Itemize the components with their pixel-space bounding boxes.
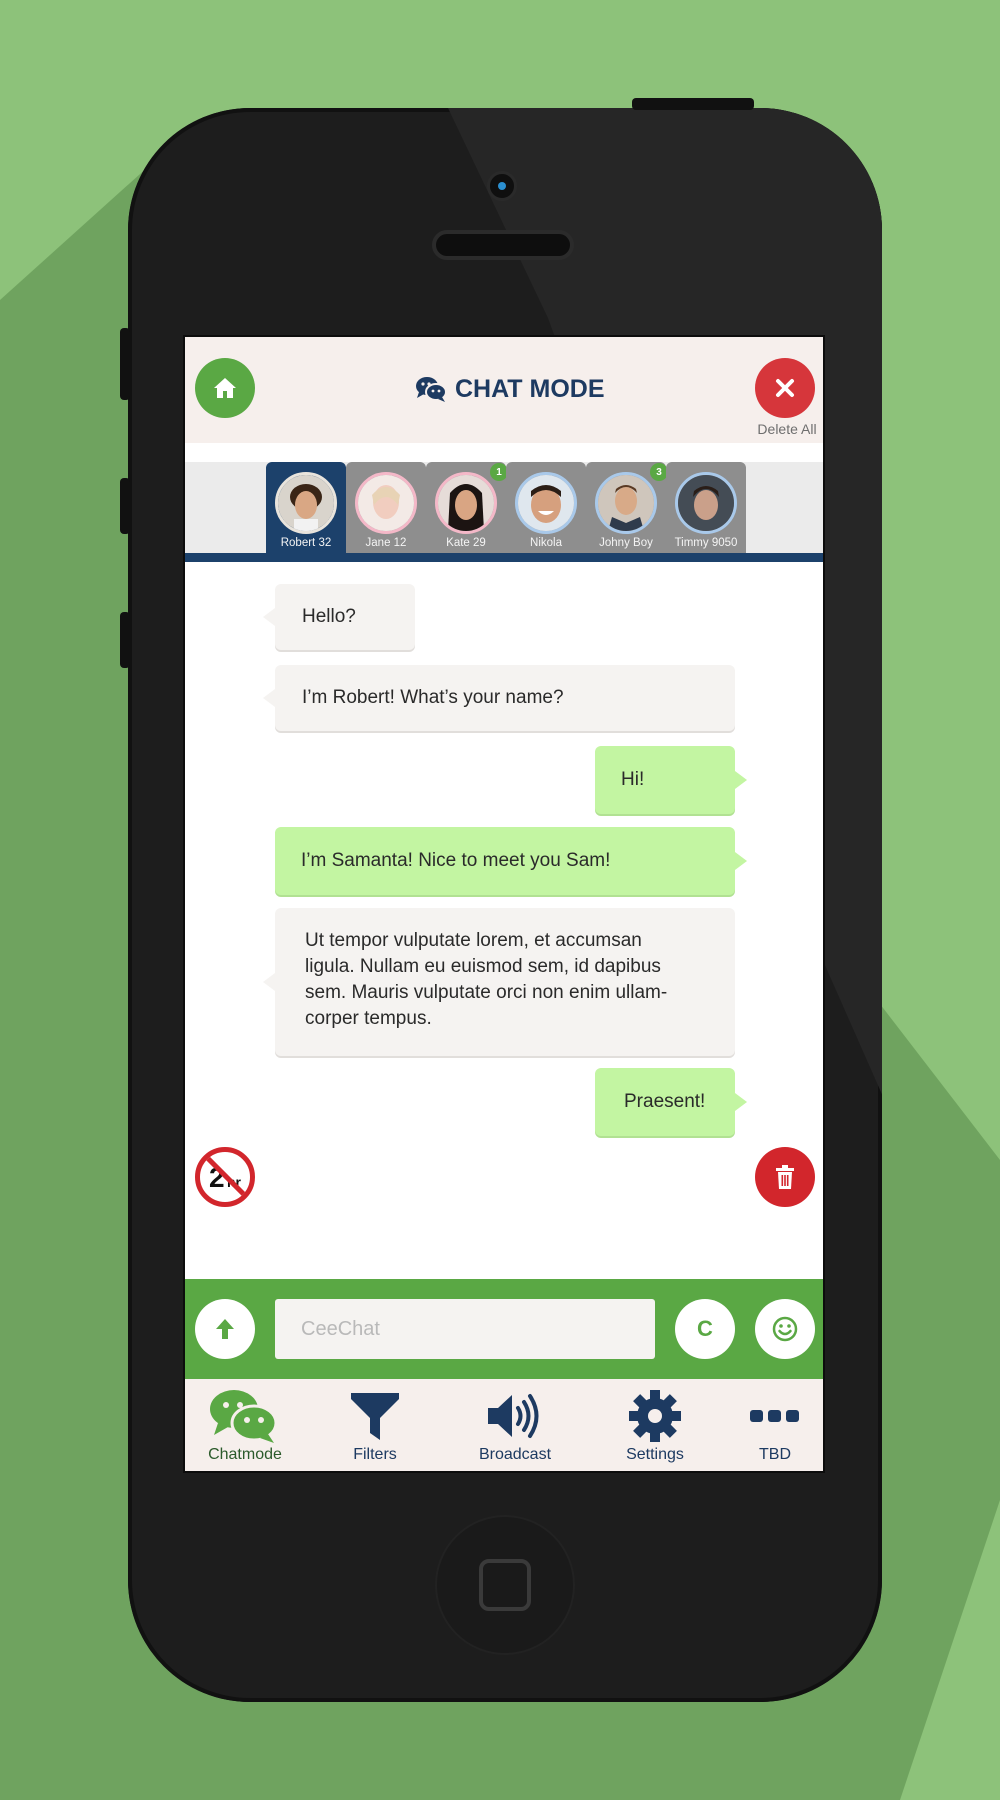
nav-label: Broadcast: [478, 1446, 552, 1463]
nav-filters[interactable]: Filters: [315, 1379, 435, 1471]
contact-tab-johny[interactable]: Johny Boy 3: [586, 462, 668, 553]
c-button[interactable]: C: [675, 1299, 735, 1359]
home-button[interactable]: [195, 358, 255, 418]
message-input[interactable]: [275, 1299, 655, 1359]
message-text-line: ligula. Nullam eu euismod sem, id dapibu…: [305, 956, 661, 977]
nav-label: Settings: [626, 1446, 684, 1463]
contact-tab-jane[interactable]: Jane 12: [346, 462, 426, 553]
title-text: CHAT MODE: [455, 374, 605, 403]
contact-name: Nikola: [530, 537, 562, 549]
avatar: [275, 472, 337, 534]
no-2hr-timer-button[interactable]: 2 hr: [195, 1147, 255, 1207]
delete-all-label[interactable]: Delete All: [745, 421, 823, 437]
delete-chat-button[interactable]: [755, 1147, 815, 1207]
power-button: [632, 98, 754, 110]
contact-name: Timmy 9050: [674, 537, 738, 549]
home-square-icon: [479, 1559, 531, 1611]
avatar: [515, 472, 577, 534]
front-camera: [487, 171, 517, 201]
mute-switch: [120, 328, 130, 400]
message-bubble-incoming: Ut tempor vulputate lorem, et accumsan l…: [263, 908, 735, 1056]
message-text-line: Ut tempor vulputate lorem, et accumsan: [305, 930, 642, 951]
contact-tab-robert[interactable]: Robert 32: [266, 462, 346, 553]
contact-name: Jane 12: [365, 537, 407, 549]
chat-bubbles-icon: [210, 1390, 278, 1443]
gear-icon: [629, 1390, 681, 1442]
trash-icon: [776, 1165, 794, 1189]
close-icon: [776, 379, 794, 397]
message-text: I’m Robert! What’s your name?: [302, 687, 564, 708]
message-bubble-outgoing: Hi!: [595, 746, 747, 814]
nav-tbd[interactable]: TBD: [715, 1379, 823, 1471]
arrow-up-icon: [216, 1319, 234, 1339]
avatar: [435, 472, 497, 534]
contact-name: Kate 29: [446, 537, 486, 549]
avatar: [595, 472, 657, 534]
emoji-button[interactable]: [755, 1299, 815, 1359]
avatar: [355, 472, 417, 534]
home-hardware-button[interactable]: [435, 1515, 575, 1655]
nav-settings[interactable]: Settings: [595, 1379, 715, 1471]
app-screen: CHAT MODE Delete All Robert 32 Jane 12 K…: [183, 335, 825, 1473]
nav-label: Chatmode: [208, 1446, 282, 1463]
contact-tab-timmy[interactable]: Timmy 9050: [666, 462, 746, 553]
earpiece-speaker: [432, 230, 574, 260]
c-button-label: C: [697, 1316, 713, 1341]
nav-label: TBD: [759, 1446, 791, 1463]
volume-up-button: [120, 478, 130, 534]
contact-tab-kate[interactable]: Kate 29 1: [426, 462, 508, 553]
composer-bar: C: [185, 1279, 823, 1379]
contact-name: Johny Boy: [599, 537, 653, 549]
message-bubble-outgoing: I’m Samanta! Nice to meet you Sam!: [275, 827, 747, 895]
message-text: I’m Samanta! Nice to meet you Sam!: [301, 850, 611, 871]
message-text: Praesent!: [624, 1091, 706, 1112]
ellipsis-icon: [750, 1410, 799, 1422]
nav-chatmode[interactable]: Chatmode: [185, 1379, 305, 1471]
message-text-line: corper tempus.: [305, 1008, 432, 1029]
nav-label: Filters: [353, 1446, 397, 1463]
close-button[interactable]: [755, 358, 815, 418]
message-text-line: sem. Mauris vulputate orci non enim ulla…: [305, 982, 668, 1003]
message-bubble-incoming: I’m Robert! What’s your name?: [263, 665, 735, 731]
home-icon: [214, 378, 236, 398]
contacts-bar: Robert 32 Jane 12 Kate 29 1 Nikola Johny…: [185, 462, 823, 562]
nav-broadcast[interactable]: Broadcast: [455, 1379, 575, 1471]
message-bubble-outgoing: Praesent!: [595, 1068, 747, 1136]
app-header: CHAT MODE Delete All: [185, 337, 823, 443]
upload-button[interactable]: [195, 1299, 255, 1359]
message-text: Hi!: [621, 769, 645, 790]
avatar: [675, 472, 737, 534]
volume-down-button: [120, 612, 130, 668]
message-text: Hello?: [302, 606, 356, 627]
chat-bubbles-icon: [416, 377, 447, 402]
page-title: CHAT MODE: [415, 369, 605, 409]
speaker-icon: [488, 1394, 539, 1438]
contact-tab-nikola[interactable]: Nikola: [506, 462, 586, 553]
contact-name: Robert 32: [280, 537, 332, 549]
message-bubble-incoming: Hello?: [263, 584, 415, 650]
filter-icon: [351, 1393, 399, 1440]
smiley-icon: [772, 1316, 798, 1342]
bottom-navigation: Chatmode Filters Broadcast Settings TBD: [185, 1379, 823, 1471]
